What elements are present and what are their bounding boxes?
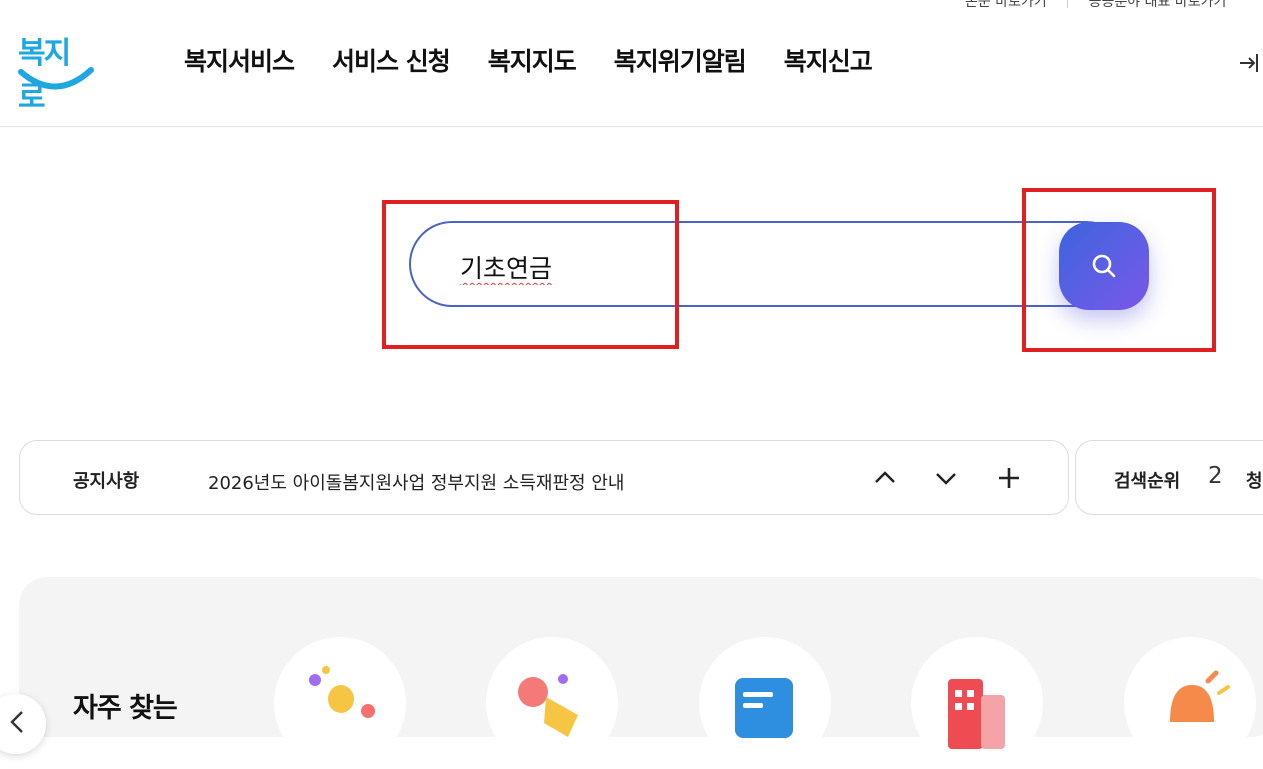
- nav-crisis-alert[interactable]: 복지위기알림: [614, 42, 747, 78]
- skip-to-content-link[interactable]: 본문 바로가기: [965, 0, 1047, 11]
- public-shortcut-link[interactable]: 공공분야 대표 바로가기: [1089, 0, 1227, 11]
- frequent-title: 자주 찾는: [73, 693, 178, 724]
- frequent-item-1[interactable]: [274, 637, 406, 769]
- rank-term[interactable]: 청: [1246, 467, 1263, 493]
- hand-pointer-icon: [518, 674, 578, 737]
- header-divider: [0, 126, 1263, 127]
- notice-text[interactable]: 2026년도 아이돌봄지원사업 정부지원 소득재판정 안내: [208, 469, 624, 495]
- notice-label: 공지사항: [73, 471, 140, 492]
- nav-service-application[interactable]: 서비스 신청: [332, 42, 451, 78]
- highlight-box-input: [382, 200, 679, 349]
- chevron-up-icon[interactable]: [870, 463, 900, 493]
- rank-label: 검색순위: [1114, 471, 1181, 492]
- lightbulb-icon: [309, 666, 375, 718]
- alarm-siren-icon: [1170, 670, 1230, 722]
- plus-icon[interactable]: [994, 463, 1024, 493]
- building-icon: [948, 679, 1005, 749]
- rank-number: 2: [1208, 463, 1223, 489]
- frequent-item-3[interactable]: [699, 637, 831, 769]
- chevron-left-icon: [10, 711, 23, 733]
- utility-links: 본문 바로가기 공공분야 대표 바로가기: [965, 0, 1226, 11]
- frequent-item-5[interactable]: [1124, 637, 1256, 769]
- nav-welfare-report[interactable]: 복지신고: [784, 42, 873, 78]
- carousel-prev-button[interactable]: [0, 694, 46, 754]
- nav-welfare-map[interactable]: 복지지도: [488, 42, 577, 78]
- divider: [1067, 0, 1069, 8]
- nav-welfare-services[interactable]: 복지서비스: [184, 42, 295, 78]
- logo-smile-icon: [18, 67, 94, 90]
- login-icon[interactable]: [1237, 50, 1263, 76]
- logo[interactable]: 복지로: [18, 28, 94, 115]
- search-rank-bar: 검색순위 2 청: [1075, 440, 1263, 515]
- frequent-services-panel: [19, 577, 1263, 737]
- frequent-item-4[interactable]: [911, 637, 1043, 769]
- chevron-down-icon[interactable]: [931, 463, 961, 493]
- frequent-item-2[interactable]: [486, 637, 618, 769]
- main-nav: 복지서비스 서비스 신청 복지지도 복지위기알림 복지신고: [184, 42, 910, 78]
- notice-bar: 공지사항 2026년도 아이돌봄지원사업 정부지원 소득재판정 안내: [19, 440, 1069, 515]
- document-list-icon: [735, 678, 793, 738]
- highlight-box-button: [1022, 188, 1216, 352]
